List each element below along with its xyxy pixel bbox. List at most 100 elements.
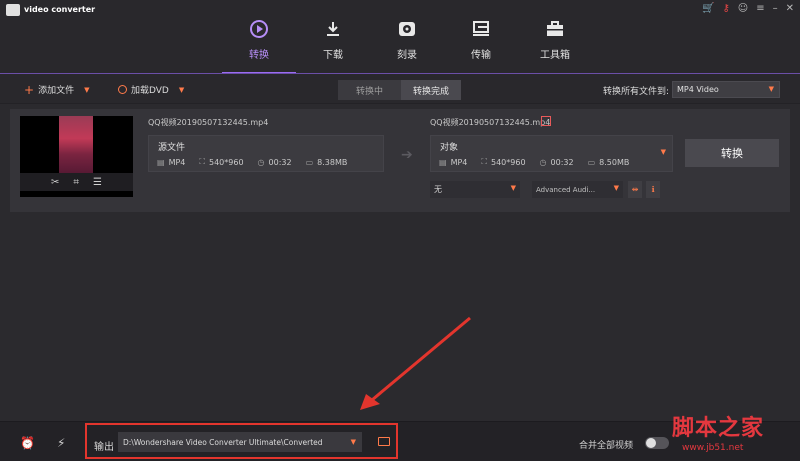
resolution-icon: ⛶: [199, 157, 205, 166]
meta-format: ▤ MP4: [157, 157, 185, 167]
meta-resolution: ⛶ 540*960: [481, 157, 525, 167]
target-size: 8.50MB: [599, 157, 630, 167]
tab-burn[interactable]: 刻录: [370, 14, 444, 74]
tab-transfer[interactable]: 传输: [444, 14, 518, 74]
meta-resolution: ⛶ 540*960: [199, 157, 243, 167]
chevron-down-icon[interactable]: ▼: [661, 148, 666, 156]
chevron-down-icon[interactable]: ▼: [84, 86, 89, 94]
audio-track-select[interactable]: Advanced Audi... ▼: [532, 181, 623, 198]
add-files-button[interactable]: + 添加文件 ▼: [24, 82, 89, 97]
menu-icon[interactable]: ≡: [756, 2, 764, 16]
user-icon[interactable]: ☺: [738, 2, 748, 16]
thumbnail-image: [59, 116, 93, 180]
target-filename: QQ视频20190507132445.mp4: [430, 118, 551, 127]
watermark-text: 脚本之家: [672, 415, 765, 441]
merge-all-toggle[interactable]: [645, 437, 669, 449]
chevron-down-icon: ▼: [350, 438, 356, 446]
target-info-box[interactable]: 对象 ▤ MP4 ⛶ 540*960 ◷ 00:32 ▭ 8.50MB ▼: [430, 135, 673, 172]
close-icon[interactable]: ✕: [786, 2, 794, 16]
tab-transfer-label: 传输: [471, 50, 491, 61]
cart-icon[interactable]: 🛒: [702, 2, 714, 16]
film-icon: ▤: [439, 157, 447, 167]
add-files-label: 添加文件: [38, 86, 75, 96]
watermark-url: www.jb51.net: [682, 443, 744, 453]
merge-all-label: 合并全部视频: [579, 441, 634, 451]
output-path-value: D:\Wondershare Video Converter Ultimate\…: [123, 437, 323, 447]
load-dvd-label: 加载DVD: [131, 86, 169, 96]
chevron-down-icon[interactable]: ▼: [179, 86, 184, 94]
chevron-down-icon: ▼: [613, 184, 619, 192]
target-resolution: 540*960: [491, 157, 526, 167]
convert-button[interactable]: 转换: [685, 139, 779, 167]
tab-converting[interactable]: 转换中: [338, 80, 401, 100]
target-format: MP4: [450, 157, 468, 167]
load-dvd-button[interactable]: 加载DVD ▼: [118, 83, 184, 96]
app-title: video converter: [24, 5, 96, 14]
chevron-down-icon: ▼: [510, 184, 516, 192]
meta-size: ▭ 8.38MB: [306, 157, 348, 167]
folder-icon: ▭: [587, 157, 596, 167]
subtitle-select[interactable]: 无 ▼: [430, 181, 520, 198]
audio-track-value: Advanced Audi...: [536, 185, 596, 194]
convert-icon: [248, 18, 270, 40]
file-row: ✂ ⌗ ☰ QQ视频20190507132445.mp4 源文件 ▤ MP4 ⛶ 5…: [10, 109, 790, 212]
main-nav: 转换 下载 刻录 传输 工具箱: [222, 14, 592, 74]
info-icon[interactable]: ℹ: [646, 181, 660, 198]
tab-burn-label: 刻录: [397, 50, 417, 61]
meta-size: ▭ 8.50MB: [588, 157, 630, 167]
edit-icon[interactable]: [541, 116, 551, 126]
film-icon: ▤: [157, 157, 165, 167]
target-duration: 00:32: [550, 157, 574, 167]
tab-toolbox[interactable]: 工具箱: [518, 14, 592, 74]
tab-download-label: 下载: [323, 50, 343, 61]
output-path-select[interactable]: D:\Wondershare Video Converter Ultimate\…: [118, 432, 362, 452]
split-icon[interactable]: ⇹: [628, 181, 642, 198]
meta-duration: ◷ 00:32: [258, 157, 292, 167]
source-format: MP4: [168, 157, 186, 167]
app-logo-icon: [6, 4, 20, 16]
subtitle-value: 无: [434, 185, 442, 194]
target-meta: ▤ MP4 ⛶ 540*960 ◷ 00:32 ▭ 8.50MB: [439, 157, 643, 167]
thumbnail-tools: ✂ ⌗ ☰: [20, 173, 133, 191]
alarm-clock-icon[interactable]: ⏰: [20, 436, 35, 450]
source-label: 源文件: [158, 143, 186, 153]
resolution-icon: ⛶: [481, 157, 487, 166]
plus-icon: +: [24, 82, 35, 97]
arrow-right-icon: ➔: [401, 147, 413, 163]
title-bar: video converter 🛒 ⚷ ☺ ≡ – ✕ 转换 下载 刻录 传输 …: [0, 0, 800, 74]
convert-all-label: 转换所有文件到:: [603, 87, 670, 97]
source-filename: QQ视频20190507132445.mp4: [148, 118, 269, 127]
open-folder-icon[interactable]: [378, 437, 390, 446]
key-icon[interactable]: ⚷: [722, 2, 729, 16]
cut-icon[interactable]: ✂: [51, 177, 59, 188]
disc-icon: [118, 85, 127, 94]
folder-icon: ▭: [305, 157, 314, 167]
lightning-icon[interactable]: ⚡: [57, 436, 65, 450]
burn-icon: [396, 18, 418, 40]
download-icon: [322, 18, 344, 40]
clock-icon: ◷: [257, 157, 265, 167]
source-duration: 00:32: [268, 157, 292, 167]
minimize-icon[interactable]: –: [773, 2, 778, 16]
source-info-box: 源文件 ▤ MP4 ⛶ 540*960 ◷ 00:32 ▭ 8.38MB: [148, 135, 384, 172]
source-resolution: 540*960: [209, 157, 244, 167]
source-size: 8.38MB: [317, 157, 348, 167]
status-tabs: 转换中 转换完成: [338, 80, 461, 100]
tab-convert-label: 转换: [249, 50, 269, 61]
tab-download[interactable]: 下载: [296, 14, 370, 74]
output-format-select[interactable]: MP4 Video ▼: [672, 81, 780, 98]
output-format-value: MP4 Video: [677, 85, 719, 94]
meta-duration: ◷ 00:32: [540, 157, 574, 167]
source-meta: ▤ MP4 ⛶ 540*960 ◷ 00:32 ▭ 8.38MB: [157, 157, 361, 167]
toolbox-icon: [544, 18, 566, 40]
clock-icon: ◷: [539, 157, 547, 167]
output-label: 输出: [94, 442, 114, 453]
tab-convert[interactable]: 转换: [222, 14, 296, 74]
meta-format: ▤ MP4: [439, 157, 467, 167]
chevron-down-icon: ▼: [768, 85, 774, 93]
crop-icon[interactable]: ⌗: [73, 177, 79, 188]
effects-icon[interactable]: ☰: [93, 177, 102, 188]
target-label: 对象: [440, 143, 459, 153]
tab-toolbox-label: 工具箱: [540, 50, 570, 61]
tab-converted[interactable]: 转换完成: [401, 80, 461, 100]
